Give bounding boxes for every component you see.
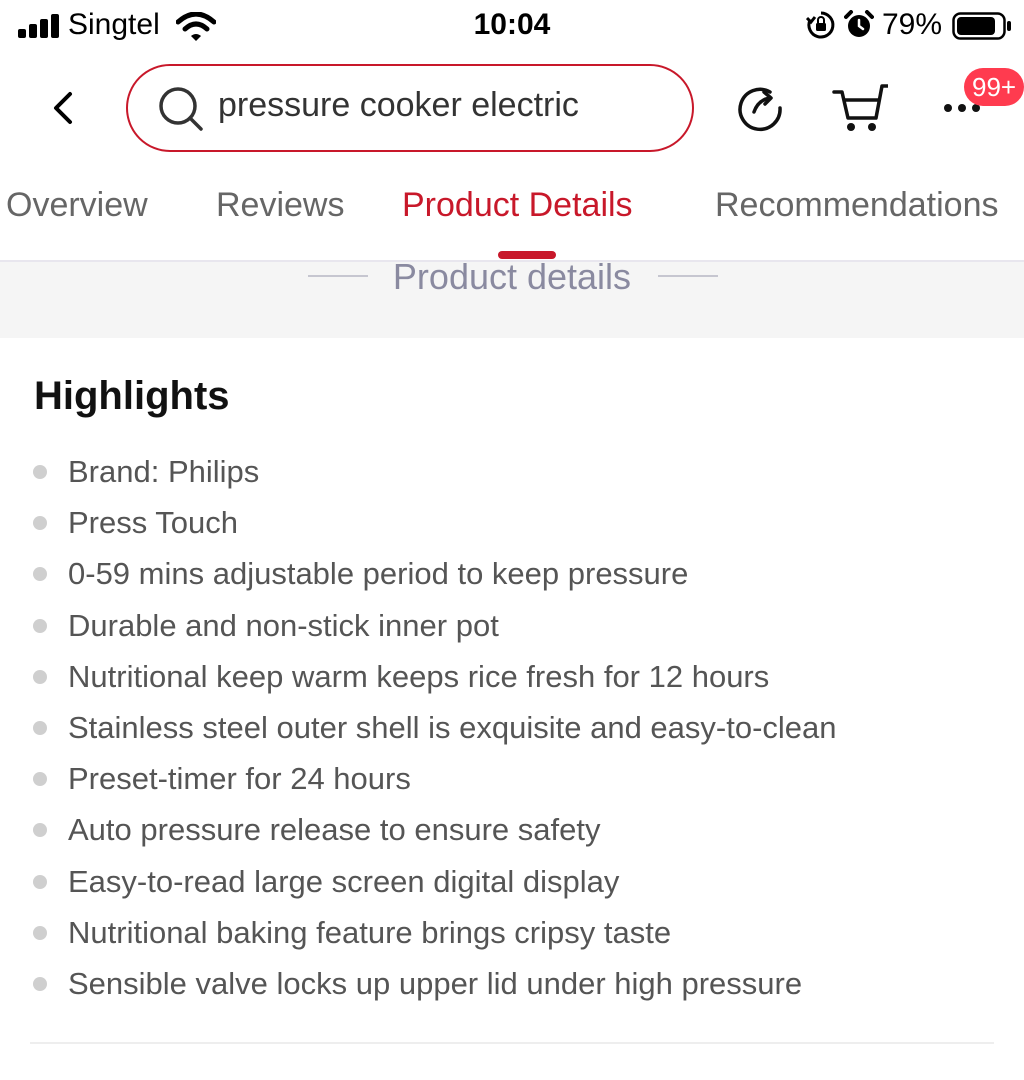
battery-percent: 79% (882, 8, 943, 41)
list-item-text: Easy-to-read large screen digital displa… (68, 863, 620, 899)
share-icon[interactable] (736, 84, 784, 132)
highlights-list: Brand: Philips Press Touch 0-59 mins adj… (0, 446, 1024, 1009)
cart-icon[interactable] (832, 82, 888, 134)
status-bar: Singtel 10:04 79% (0, 0, 1024, 56)
list-item-text: Brand: Philips (68, 454, 260, 489)
list-item-text: Nutritional keep warm keeps rice fresh f… (68, 658, 770, 694)
list-item-text: Press Touch (68, 505, 239, 541)
list-item: Easy-to-read large screen digital displa… (0, 856, 1024, 907)
list-item-text: Stainless steel outer shell is exquisite… (68, 709, 837, 745)
section-title: Product details (392, 256, 632, 297)
bullet-icon (33, 823, 47, 838)
list-item-text: Durable and non-stick inner pot (68, 607, 499, 643)
list-item: Preset-timer for 24 hours (0, 753, 1024, 804)
search-icon (159, 87, 203, 131)
bullet-icon (33, 618, 47, 633)
list-item-text: Sensible valve locks up upper lid under … (68, 965, 803, 1001)
highlights-heading: Highlights (34, 374, 230, 418)
list-item: Press Touch (0, 497, 1024, 548)
list-item: Nutritional keep warm keeps rice fresh f… (0, 651, 1024, 702)
bullet-icon (33, 516, 47, 531)
list-item: 0-59 mins adjustable period to keep pres… (0, 548, 1024, 599)
bullet-icon (33, 925, 47, 940)
tab-overview[interactable]: Overview (6, 186, 148, 225)
list-item: Brand: Philips (0, 446, 1024, 497)
bullet-icon (33, 772, 47, 787)
tab-product-details[interactable]: Product Details (402, 186, 633, 225)
tab-reviews[interactable]: Reviews (216, 186, 344, 225)
list-item: Auto pressure release to ensure safety (0, 804, 1024, 855)
list-item: Stainless steel outer shell is exquisite… (0, 702, 1024, 753)
bullet-icon (33, 567, 47, 582)
rotation-lock-icon (806, 11, 835, 39)
tab-recommendations[interactable]: Recommendations (715, 186, 998, 225)
tab-bar: Overview Reviews Product Details Recomme… (0, 186, 1024, 236)
list-item-text: Auto pressure release to ensure safety (68, 812, 601, 848)
bullet-icon (33, 976, 47, 991)
list-item-text: Preset-timer for 24 hours (68, 761, 411, 797)
bullet-icon (33, 669, 47, 684)
back-button[interactable] (40, 86, 84, 130)
search-query[interactable]: pressure cooker electric (218, 86, 579, 125)
bullet-icon (33, 720, 47, 735)
back-icon (54, 92, 72, 124)
list-item-text: Nutritional baking feature brings cripsy… (68, 914, 672, 950)
list-item: Sensible valve locks up upper lid under … (0, 958, 1024, 1009)
list-item: Nutritional baking feature brings cripsy… (0, 907, 1024, 958)
list-item-text: 0-59 mins adjustable period to keep pres… (68, 556, 689, 592)
section-title-line-right (658, 275, 718, 277)
cart-count-badge: 99+ (964, 68, 1024, 106)
battery-icon (952, 12, 1011, 40)
alarm-icon (844, 10, 874, 37)
bullet-icon (33, 874, 47, 889)
section-divider (30, 1042, 994, 1044)
bullet-icon (33, 465, 47, 479)
list-item: Durable and non-stick inner pot (0, 600, 1024, 651)
